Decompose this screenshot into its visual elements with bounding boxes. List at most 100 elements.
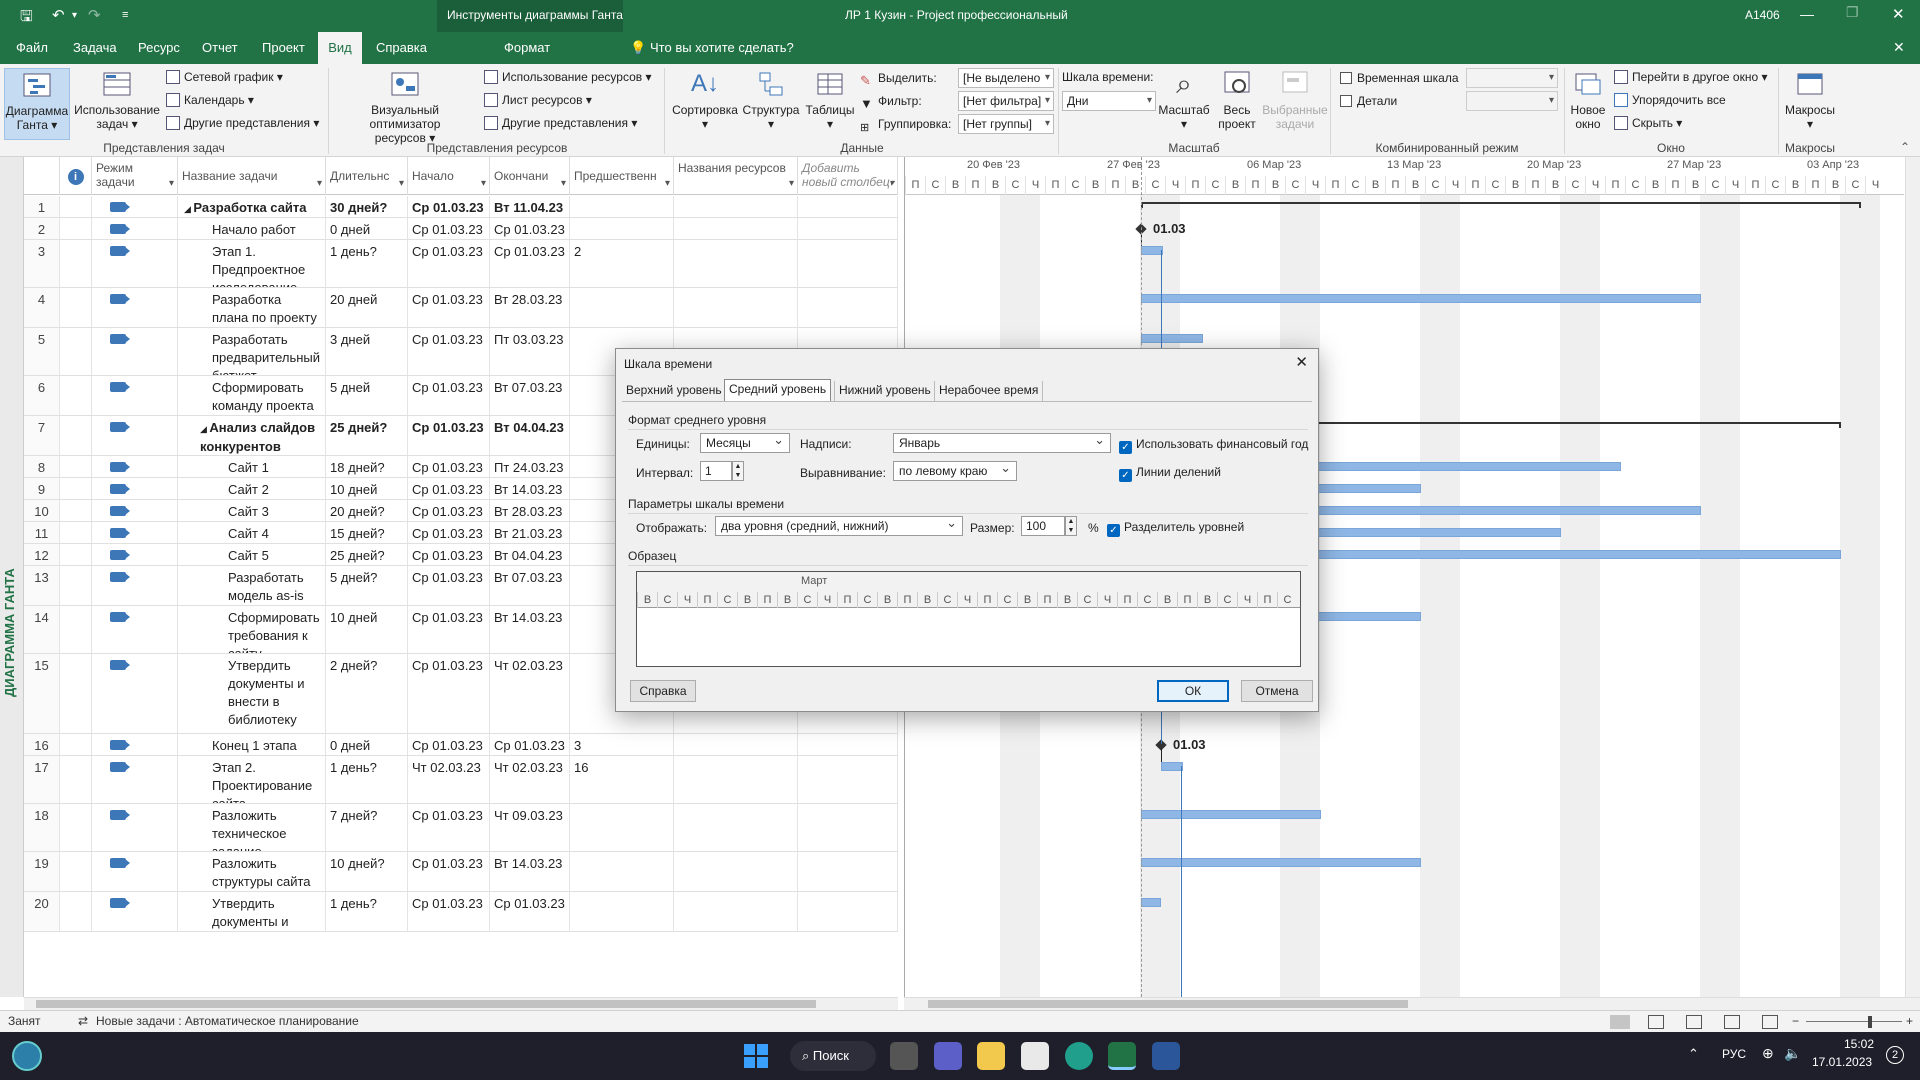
- task-name-cell[interactable]: Сайт 5: [178, 544, 326, 565]
- indicator-cell[interactable]: [60, 376, 92, 415]
- minimize-icon[interactable]: —: [1800, 6, 1814, 22]
- new-window-button[interactable]: Новое окно: [1566, 68, 1610, 131]
- start-cell[interactable]: Ср 01.03.23: [408, 500, 490, 521]
- tab-task[interactable]: Задача: [65, 32, 125, 64]
- start-cell[interactable]: Чт 02.03.23: [408, 756, 490, 803]
- duration-cell[interactable]: 0 дней: [326, 734, 408, 755]
- mode-cell[interactable]: [92, 416, 178, 455]
- finish-cell[interactable]: Вт 07.03.23: [490, 566, 570, 605]
- highlight-combo[interactable]: [Не выделено: [958, 68, 1054, 88]
- add-column-cell[interactable]: [798, 240, 898, 287]
- mode-cell[interactable]: [92, 804, 178, 851]
- gantt-view-shortcut-icon[interactable]: [1610, 1015, 1630, 1029]
- table-row[interactable]: 4 Разработка плана по проекту 20 дней Ср 01…: [24, 288, 898, 328]
- check-icon[interactable]: ✓: [1119, 441, 1132, 454]
- zoom-out-icon[interactable]: −: [1792, 1011, 1799, 1032]
- store-icon[interactable]: [1021, 1042, 1049, 1070]
- mode-cell[interactable]: [92, 500, 178, 521]
- report-shortcut-icon[interactable]: [1762, 1015, 1778, 1029]
- timescale-combo[interactable]: Дни: [1062, 91, 1156, 111]
- finish-header[interactable]: Окончани: [490, 157, 570, 195]
- task-usage-shortcut-icon[interactable]: [1648, 1015, 1664, 1029]
- dialog-close-icon[interactable]: ✕: [1295, 353, 1308, 371]
- finish-cell[interactable]: Вт 21.03.23: [490, 522, 570, 543]
- details-combo[interactable]: [1466, 91, 1558, 111]
- table-row[interactable]: 17 Этап 2. Проектирование сайта 1 день? Чт …: [24, 756, 898, 804]
- indicators-header[interactable]: i: [60, 157, 92, 195]
- indicator-cell[interactable]: [60, 196, 92, 217]
- zoom-slider[interactable]: [1806, 1021, 1902, 1022]
- task-name-cell[interactable]: Начало работ: [178, 218, 326, 239]
- tier-separator-checkbox[interactable]: ✓ Разделитель уровней: [1107, 520, 1244, 537]
- collapse-icon[interactable]: ◢: [184, 204, 193, 214]
- clock-time[interactable]: 15:02: [1818, 1037, 1874, 1051]
- mode-cell[interactable]: [92, 456, 178, 477]
- row-number[interactable]: 11: [24, 522, 60, 543]
- start-cell[interactable]: Ср 01.03.23: [408, 852, 490, 891]
- other-views-button[interactable]: Другие представления ▾: [166, 114, 319, 132]
- indicator-cell[interactable]: [60, 500, 92, 521]
- finish-cell[interactable]: Пт 03.03.23: [490, 328, 570, 375]
- finish-cell[interactable]: Вт 11.04.23: [490, 196, 570, 217]
- start-cell[interactable]: Ср 01.03.23: [408, 892, 490, 931]
- gantt-task-bar[interactable]: [1141, 246, 1163, 255]
- widgets-icon[interactable]: [12, 1041, 42, 1071]
- mode-cell[interactable]: [92, 218, 178, 239]
- row-number[interactable]: 18: [24, 804, 60, 851]
- mode-header[interactable]: Режим задачи: [92, 157, 178, 195]
- mode-cell[interactable]: [92, 606, 178, 653]
- other-resource-views-button[interactable]: Другие представления ▾: [484, 114, 637, 132]
- indicator-cell[interactable]: [60, 218, 92, 239]
- resources-cell[interactable]: [674, 734, 798, 755]
- table-row[interactable]: 16 Конец 1 этапа 0 дней Ср 01.03.23 Ср 01.03…: [24, 734, 898, 756]
- resources-cell[interactable]: [674, 804, 798, 851]
- group-combo[interactable]: [Нет группы]: [958, 114, 1054, 134]
- table-row[interactable]: 18 Разложить техническое задание 7 дней? Ср…: [24, 804, 898, 852]
- duration-cell[interactable]: 1 день?: [326, 756, 408, 803]
- check-icon[interactable]: ✓: [1107, 524, 1120, 537]
- gantt-scroll-thumb[interactable]: [928, 1000, 1408, 1008]
- table-row[interactable]: 3 Этап 1. Предпроектное исследование 1 ден…: [24, 240, 898, 288]
- word-icon[interactable]: [1152, 1042, 1180, 1070]
- finish-cell[interactable]: Вт 04.04.23: [490, 416, 570, 455]
- row-number[interactable]: 19: [24, 852, 60, 891]
- add-column-cell[interactable]: [798, 852, 898, 891]
- team-planner-shortcut-icon[interactable]: [1686, 1015, 1702, 1029]
- finish-cell[interactable]: Вт 14.03.23: [490, 852, 570, 891]
- table-row[interactable]: 1 ◢ Разработка сайта 30 дней? Ср 01.03.23 Вт…: [24, 196, 898, 218]
- duration-cell[interactable]: 10 дней: [326, 478, 408, 499]
- duration-cell[interactable]: 10 дней: [326, 606, 408, 653]
- predecessors-cell[interactable]: 2: [570, 240, 674, 287]
- duration-cell[interactable]: 25 дней?: [326, 544, 408, 565]
- indicator-cell[interactable]: [60, 852, 92, 891]
- tab-file[interactable]: Файл: [8, 32, 56, 64]
- finish-cell[interactable]: Чт 02.03.23: [490, 654, 570, 733]
- duration-cell[interactable]: 10 дней?: [326, 852, 408, 891]
- resources-cell[interactable]: [674, 240, 798, 287]
- search-button[interactable]: ⌕ Поиск: [790, 1041, 876, 1071]
- interval-input[interactable]: 1: [700, 461, 732, 481]
- timeline-checkbox-box[interactable]: [1340, 72, 1352, 84]
- indicator-cell[interactable]: [60, 522, 92, 543]
- indicator-cell[interactable]: [60, 606, 92, 653]
- network-icon[interactable]: ⊕: [1762, 1045, 1774, 1062]
- finish-cell[interactable]: Ср 01.03.23: [490, 218, 570, 239]
- finish-cell[interactable]: Вт 07.03.23: [490, 376, 570, 415]
- gantt-task-bar[interactable]: [1141, 858, 1421, 867]
- mode-cell[interactable]: [92, 328, 178, 375]
- add-column-cell[interactable]: [798, 756, 898, 803]
- resources-cell[interactable]: [674, 218, 798, 239]
- mode-cell[interactable]: [92, 240, 178, 287]
- add-column-cell[interactable]: [798, 218, 898, 239]
- task-name-cell[interactable]: Конец 1 этапа: [178, 734, 326, 755]
- indicator-cell[interactable]: [60, 456, 92, 477]
- add-column-cell[interactable]: [798, 892, 898, 931]
- mode-cell[interactable]: [92, 756, 178, 803]
- duration-cell[interactable]: 3 дней: [326, 328, 408, 375]
- add-column-cell[interactable]: [798, 288, 898, 327]
- gantt-summary-bar[interactable]: [1141, 202, 1861, 208]
- add-column-header[interactable]: Добавить новый столбец: [798, 157, 898, 195]
- tray-chevron-icon[interactable]: ⌃: [1688, 1046, 1699, 1062]
- switch-window-button[interactable]: Перейти в другое окно ▾: [1614, 68, 1768, 86]
- resources-cell[interactable]: [674, 852, 798, 891]
